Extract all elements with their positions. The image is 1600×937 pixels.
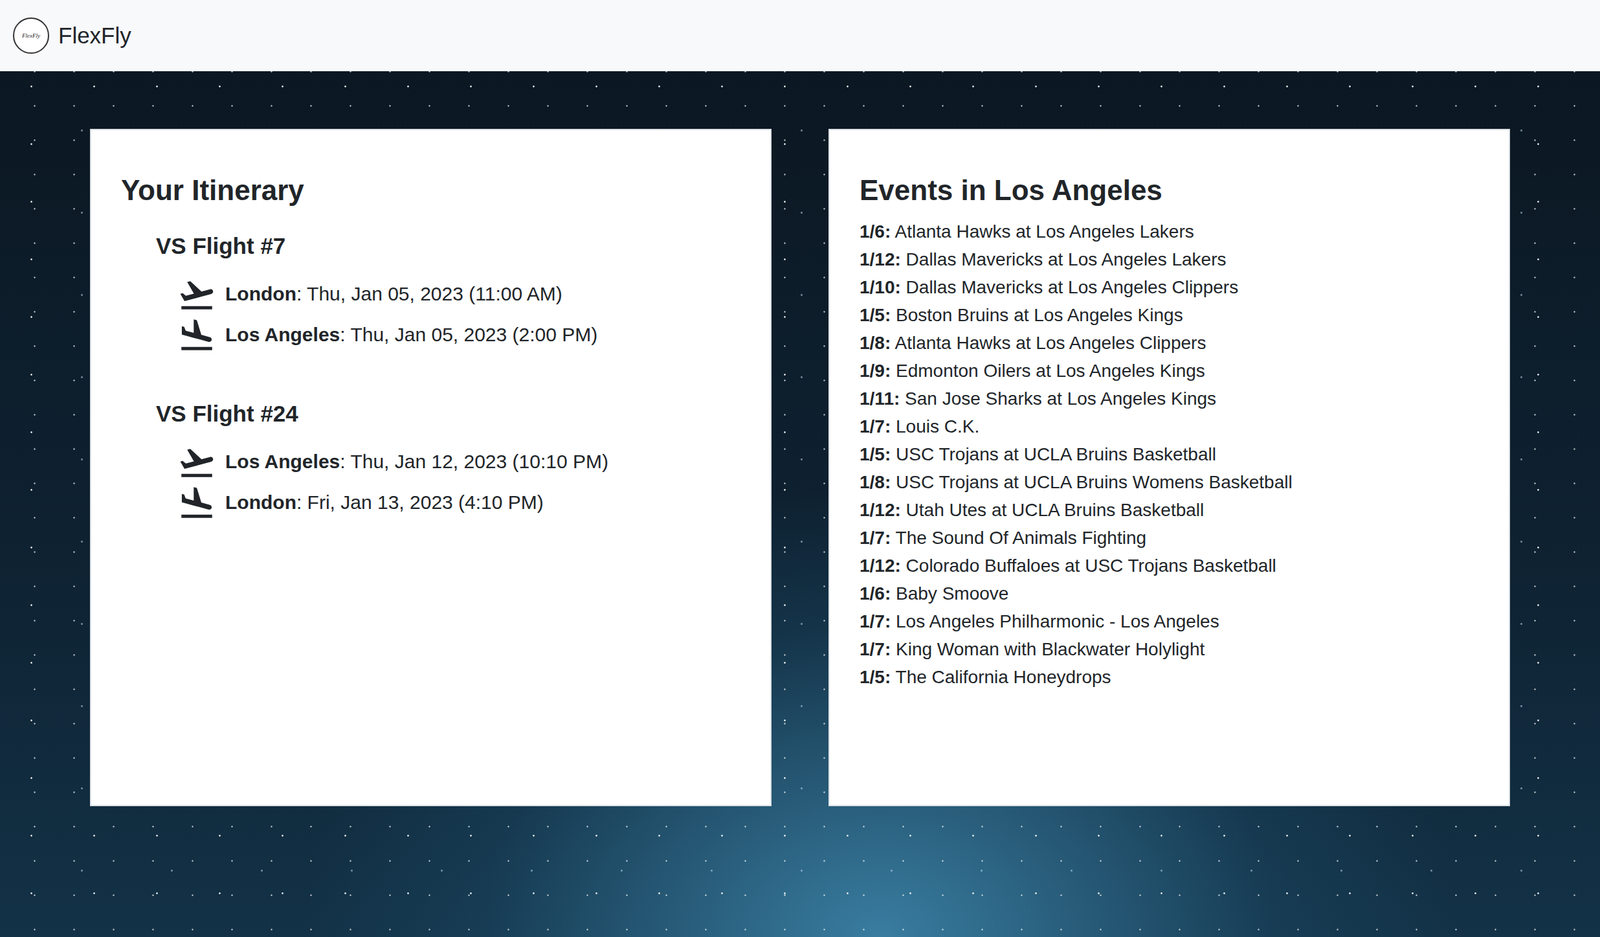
flight-leg: London: Fri, Jan 13, 2023 (4:10 PM) (155, 481, 741, 523)
event-item: 1/5: USC Trojans at UCLA Bruins Basketba… (859, 440, 1479, 468)
event-item: 1/6: Atlanta Hawks at Los Angeles Lakers (859, 217, 1479, 246)
event-item: 1/7: Los Angeles Philharmonic - Los Ange… (859, 607, 1479, 635)
event-item: 1/5: Boston Bruins at Los Angeles Kings (859, 300, 1479, 329)
events-title: Events in Los Angeles (859, 172, 1479, 208)
event-item: 1/7: Louis C.K. (859, 412, 1479, 441)
event-item: 1/10: Dallas Mavericks at Los Angeles Cl… (859, 273, 1479, 301)
landing-icon (178, 486, 215, 519)
logo-icon[interactable]: FlexFly (12, 17, 50, 54)
event-item: 1/8: USC Trojans at UCLA Bruins Womens B… (859, 467, 1479, 496)
event-item: 1/9: Edmonton Oilers at Los Angeles King… (859, 356, 1479, 385)
event-item: 1/7: The Sound Of Animals Fighting (859, 523, 1479, 552)
page: FlexFly FlexFly Your Itinerary VS Flight #7… (0, 0, 1600, 937)
leg-text: Los Angeles: Thu, Jan 05, 2023 (2:00 PM) (225, 321, 598, 347)
events-card: Events in Los Angeles 1/6: Atlanta Hawks … (828, 128, 1511, 806)
takeoff-icon (178, 445, 215, 478)
event-item: 1/11: San Jose Sharks at Los Angeles Kin… (859, 384, 1479, 413)
leg-text: Los Angeles: Thu, Jan 12, 2023 (10:10 PM… (225, 448, 609, 474)
event-item: 1/7: King Woman with Blackwater Holyligh… (859, 634, 1479, 663)
event-item: 1/12: Utah Utes at UCLA Bruins Basketbal… (859, 495, 1479, 524)
event-list: 1/6: Atlanta Hawks at Los Angeles Lakers… (859, 217, 1479, 691)
event-item: 1/12: Colorado Buffaloes at USC Trojans … (859, 551, 1479, 580)
event-item: 1/8: Atlanta Hawks at Los Angeles Clippe… (859, 328, 1479, 357)
event-item: 1/5: The California Honeydrops (859, 662, 1479, 691)
flight-list: VS Flight #7 London: Thu, Jan 05, 2023 (1… (121, 232, 741, 523)
event-item: 1/12: Dallas Mavericks at Los Angeles La… (859, 245, 1479, 274)
flight-leg: Los Angeles: Thu, Jan 12, 2023 (10:10 PM… (155, 440, 741, 482)
flight: VS Flight #7 London: Thu, Jan 05, 2023 (1… (155, 232, 741, 355)
brand-link[interactable]: FlexFly (58, 22, 132, 49)
navbar: FlexFly FlexFly (0, 0, 1600, 72)
landing-icon (178, 318, 215, 351)
flight: VS Flight #24 Los Angeles: Thu, Jan 12, 2… (155, 400, 741, 523)
flight-title: VS Flight #7 (155, 232, 741, 260)
itinerary-title: Your Itinerary (121, 172, 741, 208)
flight-leg: Los Angeles: Thu, Jan 05, 2023 (2:00 PM) (155, 313, 741, 355)
itinerary-card: Your Itinerary VS Flight #7 London: Thu, J… (89, 128, 772, 806)
leg-text: London: Thu, Jan 05, 2023 (11:00 AM) (225, 280, 563, 307)
content: Your Itinerary VS Flight #7 London: Thu, J… (0, 71, 1600, 832)
takeoff-icon (178, 277, 215, 311)
flight-title: VS Flight #24 (155, 400, 741, 428)
event-item: 1/6: Baby Smoove (859, 579, 1479, 608)
leg-text: London: Fri, Jan 13, 2023 (4:10 PM) (225, 489, 544, 515)
flight-leg: London: Thu, Jan 05, 2023 (11:00 AM) (155, 273, 741, 314)
